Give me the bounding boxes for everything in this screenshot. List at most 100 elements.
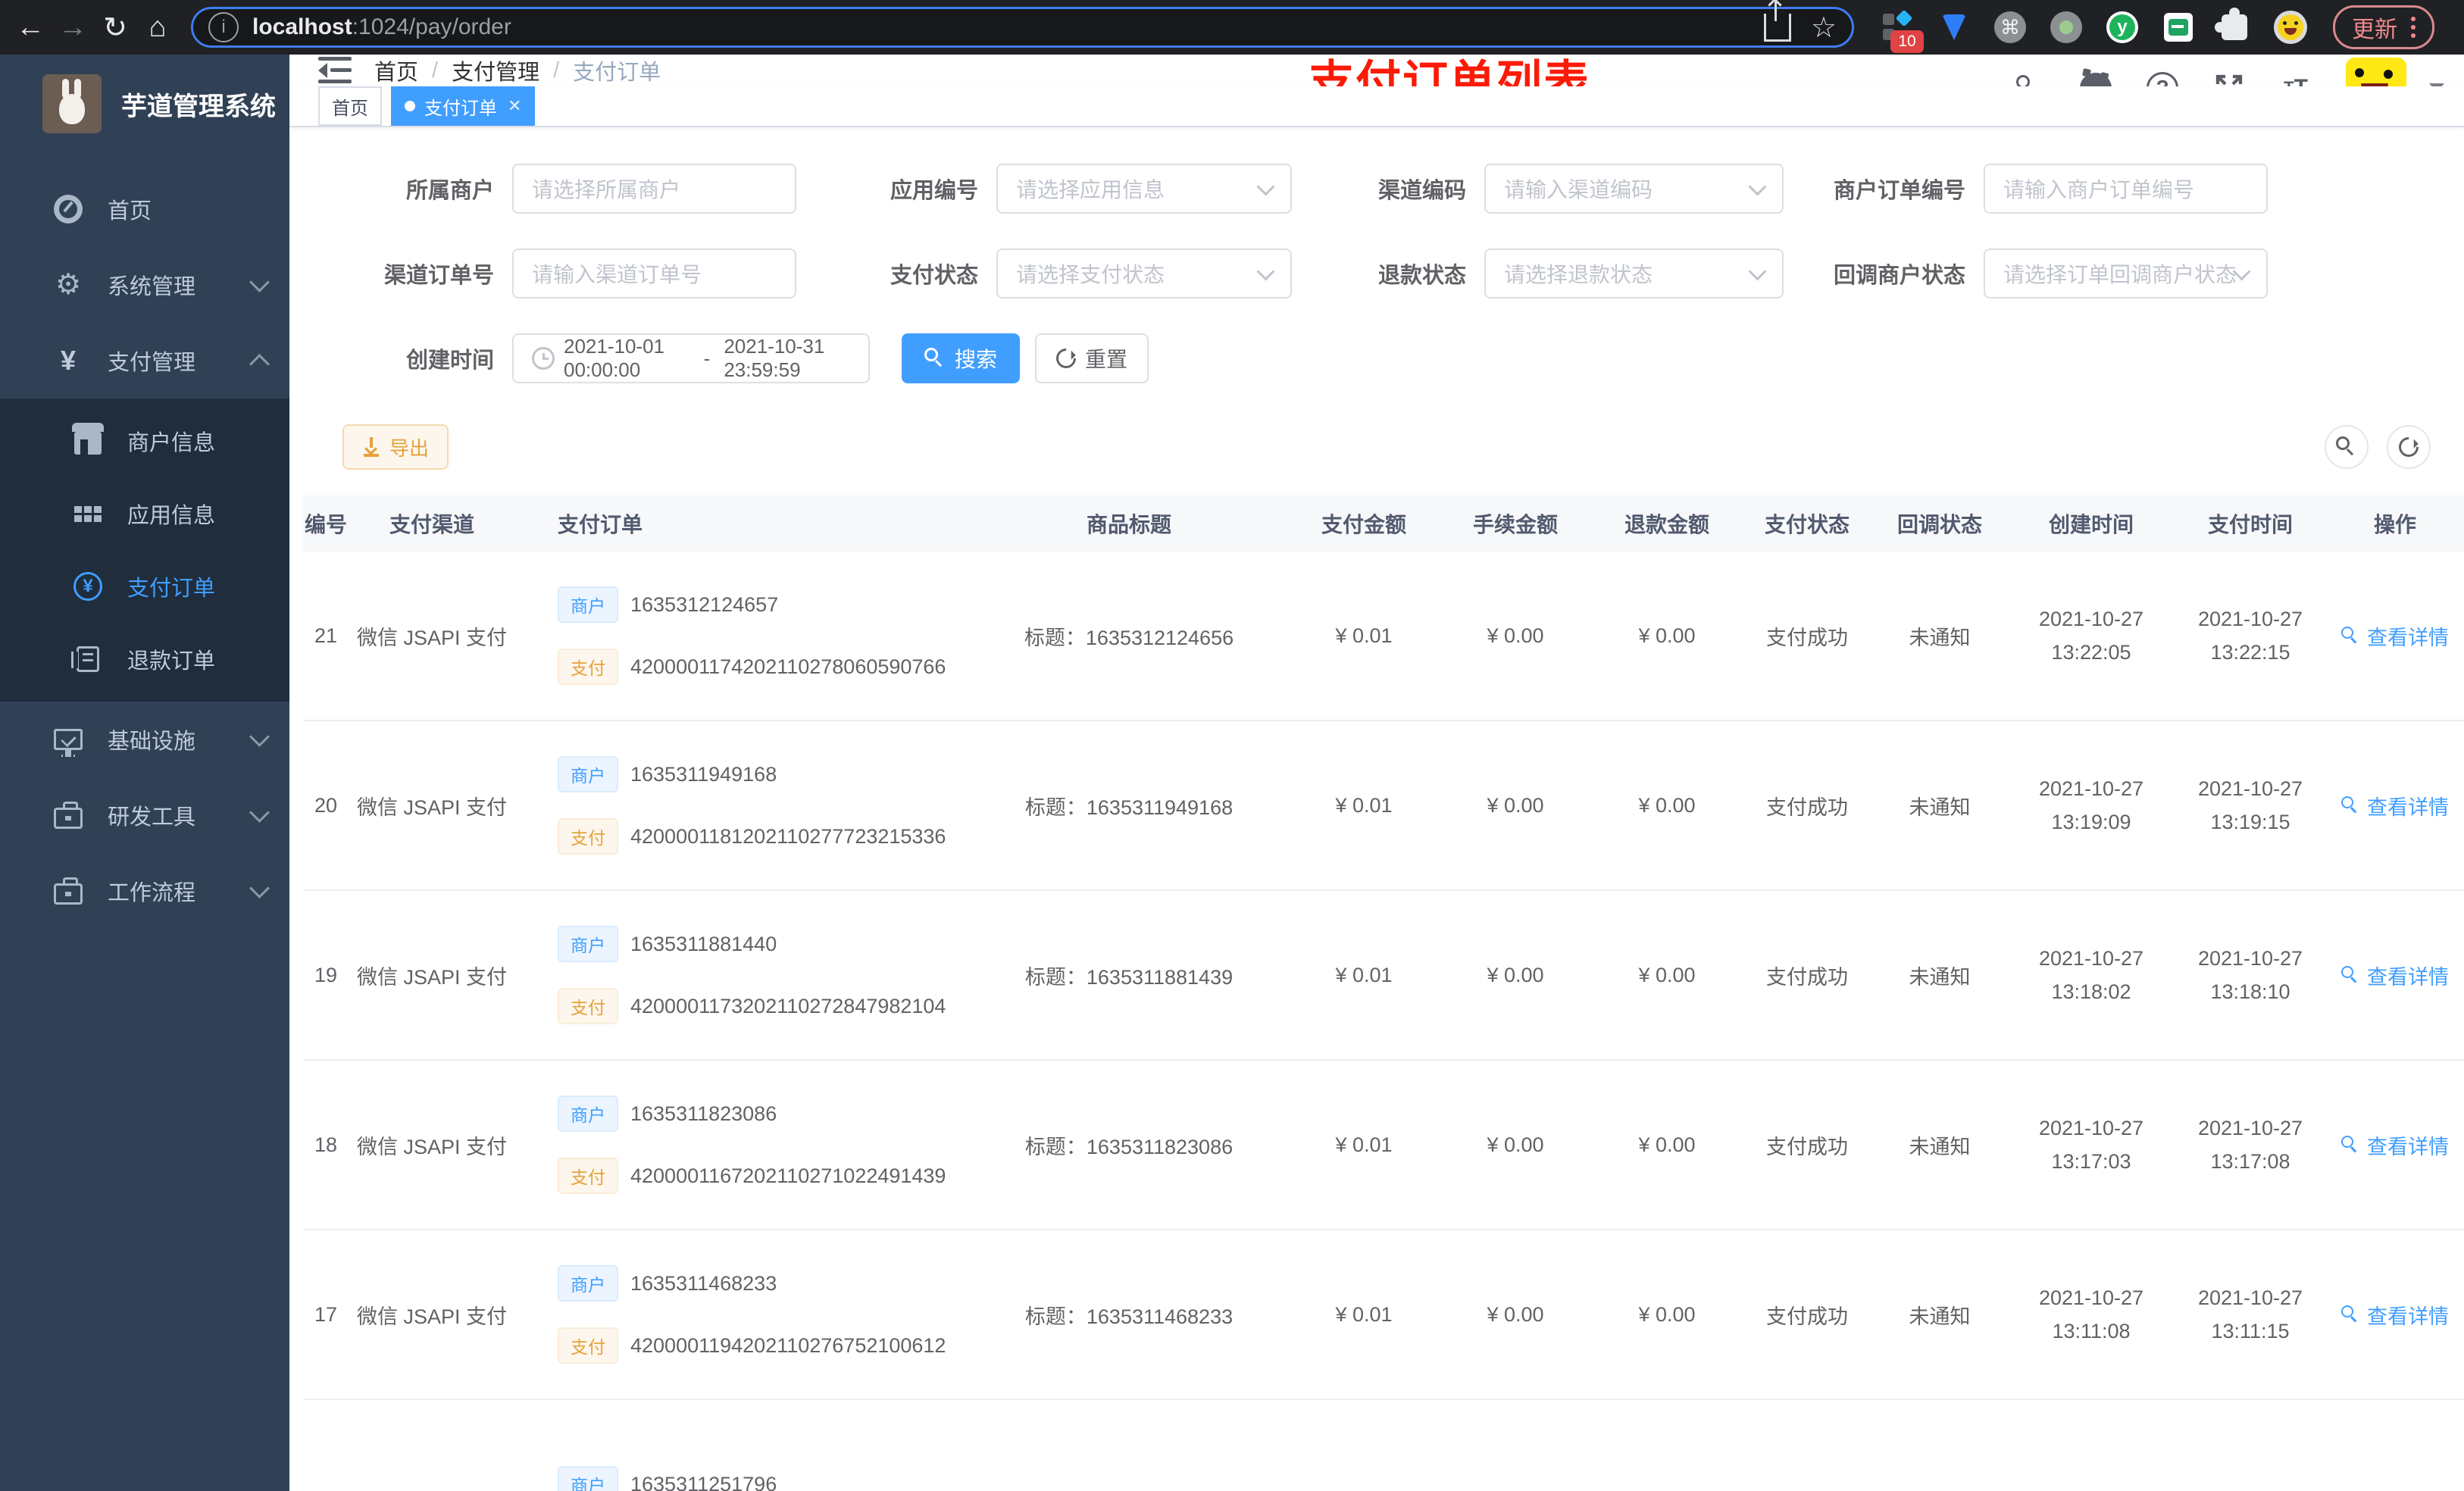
- search-icon: [924, 348, 946, 369]
- table-row: 20 微信 JSAPI 支付 商户 1635311949168 支付 4200001…: [303, 721, 2464, 891]
- browser-back-button[interactable]: ←: [9, 6, 52, 48]
- chevron-down-icon: [249, 877, 270, 899]
- view-detail-link[interactable]: 查看详情: [2341, 1300, 2449, 1330]
- table-row: 19 微信 JSAPI 支付 商户 1635311881440 支付 4200001…: [303, 891, 2464, 1061]
- create-time-range-input[interactable]: 2021-10-01 00:00:00 - 2021-10-31 23:59:5…: [512, 333, 870, 383]
- merchant-input[interactable]: 请选择所属商户: [512, 164, 796, 214]
- ext-tabs-icon[interactable]: 10: [1881, 9, 1924, 53]
- app-label: 应用编号: [890, 179, 978, 203]
- view-detail-link[interactable]: 查看详情: [2341, 1130, 2449, 1160]
- merchant-order-no-input[interactable]: 请输入商户订单编号: [1984, 164, 2268, 214]
- pay-status-select[interactable]: 请选择支付状态: [996, 248, 1292, 299]
- refresh-table-button[interactable]: [2387, 425, 2431, 469]
- browser-forward-button[interactable]: →: [52, 6, 94, 48]
- browser-home-button[interactable]: ⌂: [136, 6, 179, 48]
- yen-icon: ¥: [60, 345, 77, 376]
- channel-code-label: 渠道编码: [1377, 179, 1466, 203]
- chevron-down-icon: [249, 802, 270, 823]
- chevron-down-icon: [249, 726, 270, 747]
- refresh-icon: [1052, 344, 1080, 373]
- share-icon[interactable]: [1763, 1, 1791, 42]
- magnifier-icon: [2341, 966, 2359, 984]
- sidebar-item-system[interactable]: ⚙ 系统管理: [0, 247, 289, 323]
- ext-chat-icon[interactable]: [2162, 11, 2195, 44]
- ext-balloon-icon[interactable]: [1937, 11, 1971, 44]
- active-tab-dot: [405, 101, 415, 111]
- merchant-order-no-label: 商户订单编号: [1833, 179, 1965, 203]
- sidebar-item-devtools[interactable]: 研发工具: [0, 777, 289, 853]
- bookmark-star-icon[interactable]: ☆: [1811, 11, 1837, 45]
- sidebar-item-home[interactable]: 首页: [0, 171, 289, 247]
- chevron-down-icon: [2232, 261, 2251, 281]
- browser-reload-button[interactable]: ↻: [94, 6, 136, 48]
- refund-status-select[interactable]: 请选择退款状态: [1484, 248, 1784, 299]
- export-button[interactable]: 导出: [342, 424, 449, 470]
- chevron-down-icon: [249, 271, 270, 292]
- payment-submenu: 商户信息 应用信息 ¥ 支付订单 退款订单: [0, 399, 289, 702]
- view-detail-link[interactable]: 查看详情: [2341, 961, 2449, 990]
- extensions-puzzle-icon[interactable]: [2215, 8, 2251, 44]
- hamburger-icon[interactable]: [318, 57, 352, 84]
- breadcrumb-home[interactable]: 首页: [374, 55, 418, 86]
- create-time-label: 创建时间: [405, 349, 494, 373]
- date-end: 2021-10-31 23:59:59: [724, 335, 825, 381]
- tag-view-bar: 首页 支付订单 ✕: [289, 86, 2464, 127]
- dashboard-icon: [53, 194, 83, 224]
- briefcase-icon: [53, 876, 83, 906]
- table-row: 17 微信 JSAPI 支付 商户 1635311468233 支付 4200001…: [303, 1230, 2464, 1400]
- address-bar[interactable]: i localhost:1024/pay/order ☆: [191, 1, 1854, 48]
- url-text: localhost:1024/pay/order: [252, 14, 511, 39]
- toolbox-icon: [53, 800, 83, 830]
- pay-status-label: 支付状态: [890, 264, 978, 288]
- orders-table: 编号 支付渠道 支付订单 商品标题 支付金额 手续金额 退款金额 支付状态 回调…: [303, 495, 2464, 1491]
- browser-menu-icon[interactable]: [2411, 17, 2416, 38]
- table-row-partial: 商户 1635311251796: [303, 1400, 2464, 1491]
- browser-toolbar: ← → ↻ ⌂ i localhost:1024/pay/order ☆ 10 …: [0, 0, 2464, 55]
- table-toolbar: 导出: [289, 424, 2464, 470]
- view-detail-link[interactable]: 查看详情: [2341, 791, 2449, 821]
- logo-image: [42, 74, 102, 133]
- browser-profile-avatar[interactable]: [2274, 11, 2307, 44]
- reset-button[interactable]: 重置: [1035, 333, 1149, 383]
- date-start: 2021-10-01 00:00:00: [564, 335, 664, 381]
- sidebar-item-app-info[interactable]: 应用信息: [0, 477, 289, 550]
- view-detail-link[interactable]: 查看详情: [2341, 621, 2449, 651]
- tab-home[interactable]: 首页: [318, 86, 382, 126]
- sidebar-item-payment[interactable]: ¥ 支付管理: [0, 323, 289, 399]
- main-area: 首页 / 支付管理 / 支付订单 支付订单列表 ? TT: [289, 55, 2464, 1491]
- sidebar-item-merchant-info[interactable]: 商户信息: [0, 405, 289, 477]
- sidebar-item-infra[interactable]: 基础设施: [0, 702, 289, 777]
- app-header: 首页 / 支付管理 / 支付订单 支付订单列表 ? TT: [289, 55, 2464, 118]
- breadcrumb-payment[interactable]: 支付管理: [452, 55, 539, 86]
- site-info-icon[interactable]: i: [208, 12, 239, 42]
- sidebar: 芋道管理系统 首页 ⚙ 系统管理 ¥ 支付管理 商户信息 应用信息 ¥ 支付订单…: [0, 55, 289, 1491]
- channel-order-no-input[interactable]: 请输入渠道订单号: [512, 248, 796, 299]
- channel-code-select[interactable]: 请输入渠道编码: [1484, 164, 1784, 214]
- gear-icon: ⚙: [55, 269, 82, 301]
- search-button[interactable]: 搜索: [902, 333, 1021, 383]
- chevron-up-icon: [249, 353, 270, 374]
- merchant-tag: 商户: [558, 586, 618, 623]
- chevron-down-icon: [1256, 177, 1275, 196]
- sidebar-item-pay-order[interactable]: ¥ 支付订单: [0, 550, 289, 623]
- pay-tag: 支付: [558, 649, 618, 685]
- ext-command-icon[interactable]: ⌘: [1993, 11, 2027, 44]
- sidebar-item-workflow[interactable]: 工作流程: [0, 853, 289, 929]
- table-row: 18 微信 JSAPI 支付 商户 1635311823086 支付 4200001…: [303, 1061, 2464, 1230]
- close-icon[interactable]: ✕: [508, 96, 521, 116]
- app-select[interactable]: 请选择应用信息: [996, 164, 1292, 214]
- notify-status-select[interactable]: 请选择订单回调商户状态: [1984, 248, 2268, 299]
- ext-record-icon[interactable]: [2050, 11, 2083, 44]
- ext-badge: 10: [1890, 30, 1924, 53]
- tab-pay-order[interactable]: 支付订单 ✕: [391, 86, 536, 126]
- toggle-search-button[interactable]: [2325, 425, 2369, 469]
- breadcrumb: 首页 / 支付管理 / 支付订单: [374, 55, 661, 86]
- sidebar-item-refund-order[interactable]: 退款订单: [0, 623, 289, 695]
- pay-tag: 支付: [558, 1327, 618, 1364]
- screen: ← → ↻ ⌂ i localhost:1024/pay/order ☆ 10 …: [0, 0, 2464, 1491]
- browser-update-button[interactable]: 更新: [2333, 5, 2434, 49]
- app-logo[interactable]: 芋道管理系统: [0, 55, 289, 148]
- ext-y-icon[interactable]: y: [2106, 11, 2139, 44]
- notify-status-label: 回调商户状态: [1833, 264, 1965, 288]
- magnifier-icon: [2341, 1305, 2359, 1324]
